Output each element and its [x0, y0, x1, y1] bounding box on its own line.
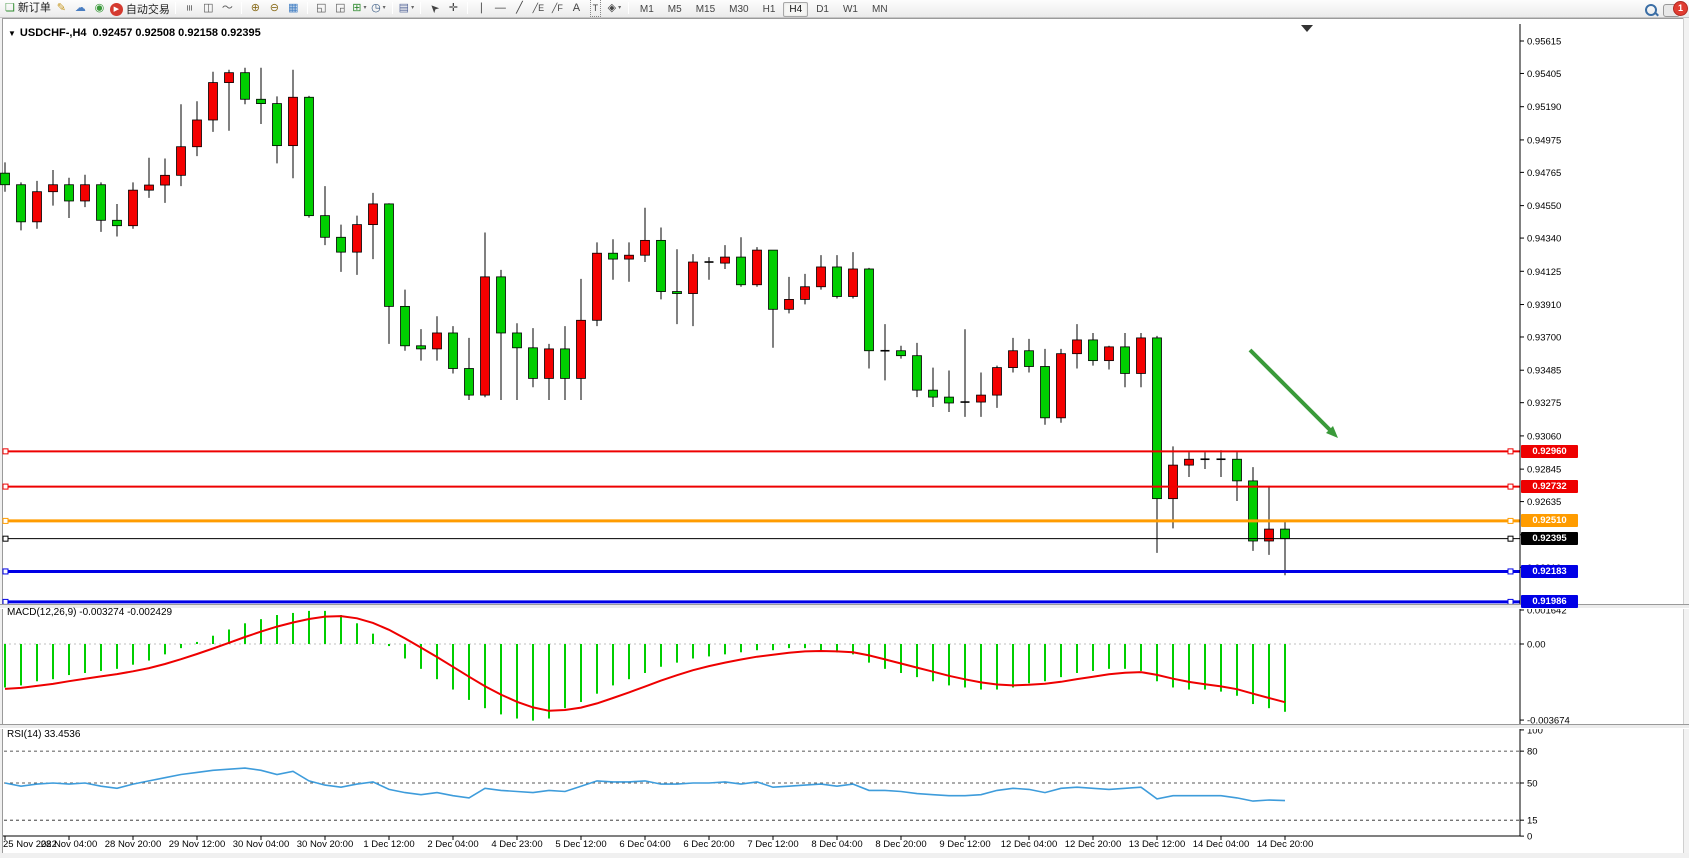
axis-tick-label: 0.94125 [1527, 267, 1561, 278]
axis-tick-label: 13 Dec 12:00 [1129, 839, 1186, 850]
axis-tick-label: 50 [1527, 779, 1538, 790]
axis-tick-label: 28 Nov 20:00 [105, 839, 162, 850]
macd-indicator-label: MACD(12,26,9) -0.003274 -0.002429 [7, 607, 172, 618]
chart-canvas[interactable]: 0.95615 0.95405 0.95190 0.94975 0.94765 0.945… [0, 0, 1689, 858]
axis-tick-label: 30 Nov 04:00 [233, 839, 290, 850]
axis-tick-label: 0.92635 [1527, 497, 1561, 508]
axis-tick-label: 0.95615 [1527, 37, 1561, 48]
axis-tick-label: 0.93275 [1527, 398, 1561, 409]
axis-tick-label: 80 [1527, 747, 1538, 758]
price-line-label[interactable]: 0.92510 [1521, 514, 1578, 527]
axis-tick-label: 28 Nov 04:00 [41, 839, 98, 850]
axis-tick-label: 9 Dec 12:00 [939, 839, 990, 850]
axis-tick-label: 8 Dec 04:00 [811, 839, 862, 850]
axis-tick-label: 12 Dec 04:00 [1001, 839, 1058, 850]
axis-tick-label: 15 [1527, 816, 1538, 827]
axis-tick-label: 0.94975 [1527, 135, 1561, 146]
axis-tick-label: 0.00 [1527, 640, 1546, 651]
current-price-label[interactable]: 0.92395 [1521, 532, 1578, 545]
axis-tick-label: 30 Nov 20:00 [297, 839, 354, 850]
chevron-down-icon[interactable]: ▼ [8, 29, 16, 38]
axis-tick-label: 0.93060 [1527, 431, 1561, 442]
symbol-name: USDCHF-,H4 [20, 27, 87, 39]
price-line-label[interactable]: 0.92732 [1521, 480, 1578, 493]
axis-tick-label: 0.93700 [1527, 332, 1561, 343]
ohlc-values: 0.92457 0.92508 0.92158 0.92395 [93, 27, 261, 39]
axis-tick-label: 29 Nov 12:00 [169, 839, 226, 850]
price-line-label[interactable]: 0.92960 [1521, 445, 1578, 458]
pane-splitter-macd[interactable] [0, 604, 1689, 609]
axis-tick-label: 5 Dec 12:00 [555, 839, 606, 850]
chart-title: ▼ USDCHF-,H4 0.92457 0.92508 0.92158 0.923… [8, 27, 261, 39]
axis-tick-label: 0.94550 [1527, 201, 1561, 212]
axis-tick-label: 8 Dec 20:00 [875, 839, 926, 850]
axis-tick-label: 2 Dec 04:00 [427, 839, 478, 850]
axis-tick-label: 0.94340 [1527, 234, 1561, 245]
axis-tick-label: 0.92845 [1527, 465, 1561, 476]
axis-tick-label: 0.94765 [1527, 168, 1561, 179]
axis-tick-label: 0.93910 [1527, 300, 1561, 311]
axis-tick-label: 6 Dec 20:00 [683, 839, 734, 850]
axis-tick-label: 7 Dec 12:00 [747, 839, 798, 850]
axis-tick-label: 1 Dec 12:00 [363, 839, 414, 850]
axis-tick-label: 14 Dec 04:00 [1193, 839, 1250, 850]
axis-tick-label: 0.95190 [1527, 102, 1561, 113]
price-line-label[interactable]: 0.91986 [1521, 595, 1578, 608]
axis-tick-label: 6 Dec 04:00 [619, 839, 670, 850]
axis-tick-label: 0.95405 [1527, 69, 1561, 80]
axis-tick-label: 4 Dec 23:00 [491, 839, 542, 850]
axis-tick-label: 12 Dec 20:00 [1065, 839, 1122, 850]
price-line-label[interactable]: 0.92183 [1521, 565, 1578, 578]
axis-tick-label: 14 Dec 20:00 [1257, 839, 1314, 850]
axis-tick-label: 0.93485 [1527, 366, 1561, 377]
axis-tick-label: 0 [1527, 832, 1532, 843]
rsi-indicator-label: RSI(14) 33.4536 [7, 729, 80, 740]
pane-splitter-rsi[interactable] [0, 724, 1689, 729]
